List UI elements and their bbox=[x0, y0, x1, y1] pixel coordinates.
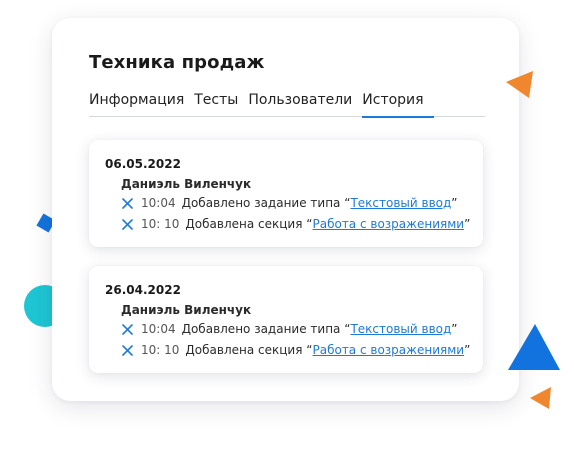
close-x-icon bbox=[122, 218, 133, 230]
entry-time: 10: 10 bbox=[141, 217, 180, 231]
history-entry: 10: 10 Добавлена секция “Работа с возраж… bbox=[122, 343, 470, 357]
entry-text: Добавлена секция bbox=[185, 343, 303, 357]
entry-close-quote: ” bbox=[464, 343, 471, 357]
history-card: 26.04.2022 Даниэль Виленчук 10:04 Добавл… bbox=[89, 266, 483, 373]
entry-text: Добавлено задание типа bbox=[181, 322, 341, 336]
entry-link[interactable]: Работа с возражениями bbox=[312, 343, 464, 357]
entry-link[interactable]: Работа с возражениями bbox=[312, 217, 464, 231]
history-card: 06.05.2022 Даниэль Виленчук 10:04 Добавл… bbox=[89, 140, 483, 247]
tab-info[interactable]: Информация bbox=[89, 90, 194, 117]
entry-link[interactable]: Текстовый ввод bbox=[350, 322, 451, 336]
tab-tests[interactable]: Тесты bbox=[194, 90, 248, 117]
history-entry: 10: 10 Добавлена секция “Работа с возраж… bbox=[122, 217, 470, 231]
entry-link[interactable]: Текстовый ввод bbox=[350, 196, 451, 210]
entry-close-quote: ” bbox=[451, 322, 458, 336]
page-title: Техника продаж bbox=[89, 52, 265, 73]
entry-text: Добавлена секция bbox=[185, 217, 303, 231]
entry-close-quote: ” bbox=[464, 217, 471, 231]
history-entry: 10:04 Добавлено задание типа “Текстовый … bbox=[122, 196, 458, 210]
history-date: 06.05.2022 bbox=[105, 157, 181, 171]
history-date: 26.04.2022 bbox=[105, 283, 181, 297]
blue-triangle-decoration bbox=[508, 324, 560, 370]
entry-time: 10:04 bbox=[141, 196, 176, 210]
entry-close-quote: ” bbox=[451, 196, 458, 210]
tab-history[interactable]: История bbox=[362, 90, 434, 118]
close-x-icon bbox=[122, 323, 133, 335]
history-entry: 10:04 Добавлено задание типа “Текстовый … bbox=[122, 322, 458, 336]
course-panel: Техника продаж Информация Тесты Пользова… bbox=[52, 18, 519, 401]
entry-time: 10:04 bbox=[141, 322, 176, 336]
entry-text: Добавлено задание типа bbox=[181, 196, 341, 210]
tab-bar: Информация Тесты Пользователи История bbox=[89, 90, 485, 118]
close-x-icon bbox=[122, 344, 133, 356]
entry-time: 10: 10 bbox=[141, 343, 180, 357]
history-user: Даниэль Виленчук bbox=[121, 177, 252, 191]
tab-users[interactable]: Пользователи bbox=[248, 90, 362, 117]
history-user: Даниэль Виленчук bbox=[121, 303, 252, 317]
close-x-icon bbox=[122, 197, 133, 209]
orange-triangle-bottom-decoration bbox=[530, 387, 551, 409]
orange-triangle-top-decoration bbox=[506, 71, 533, 98]
